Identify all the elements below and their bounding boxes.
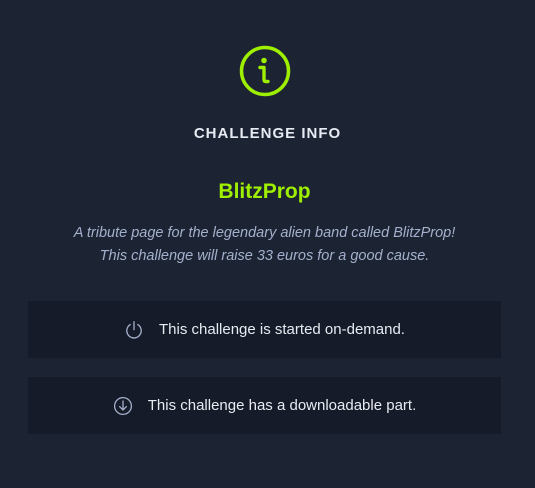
challenge-description: A tribute page for the legendary alien b… [0, 222, 529, 268]
power-icon [124, 320, 144, 340]
description-line-1: A tribute page for the legendary alien b… [73, 225, 456, 241]
on-demand-text: This challenge is started on-demand. [159, 321, 405, 338]
challenge-name: BlitzProp [218, 180, 311, 203]
download-icon [113, 396, 133, 416]
modal-title: CHALLENGE INFO [193, 125, 342, 142]
on-demand-info-row: This challenge is started on-demand. [28, 301, 501, 358]
downloadable-info-row: This challenge has a downloadable part. [28, 377, 501, 434]
description-line-2: This challenge will raise 33 euros for a… [99, 248, 430, 264]
info-icon [239, 45, 291, 97]
downloadable-text: This challenge has a downloadable part. [147, 397, 417, 414]
